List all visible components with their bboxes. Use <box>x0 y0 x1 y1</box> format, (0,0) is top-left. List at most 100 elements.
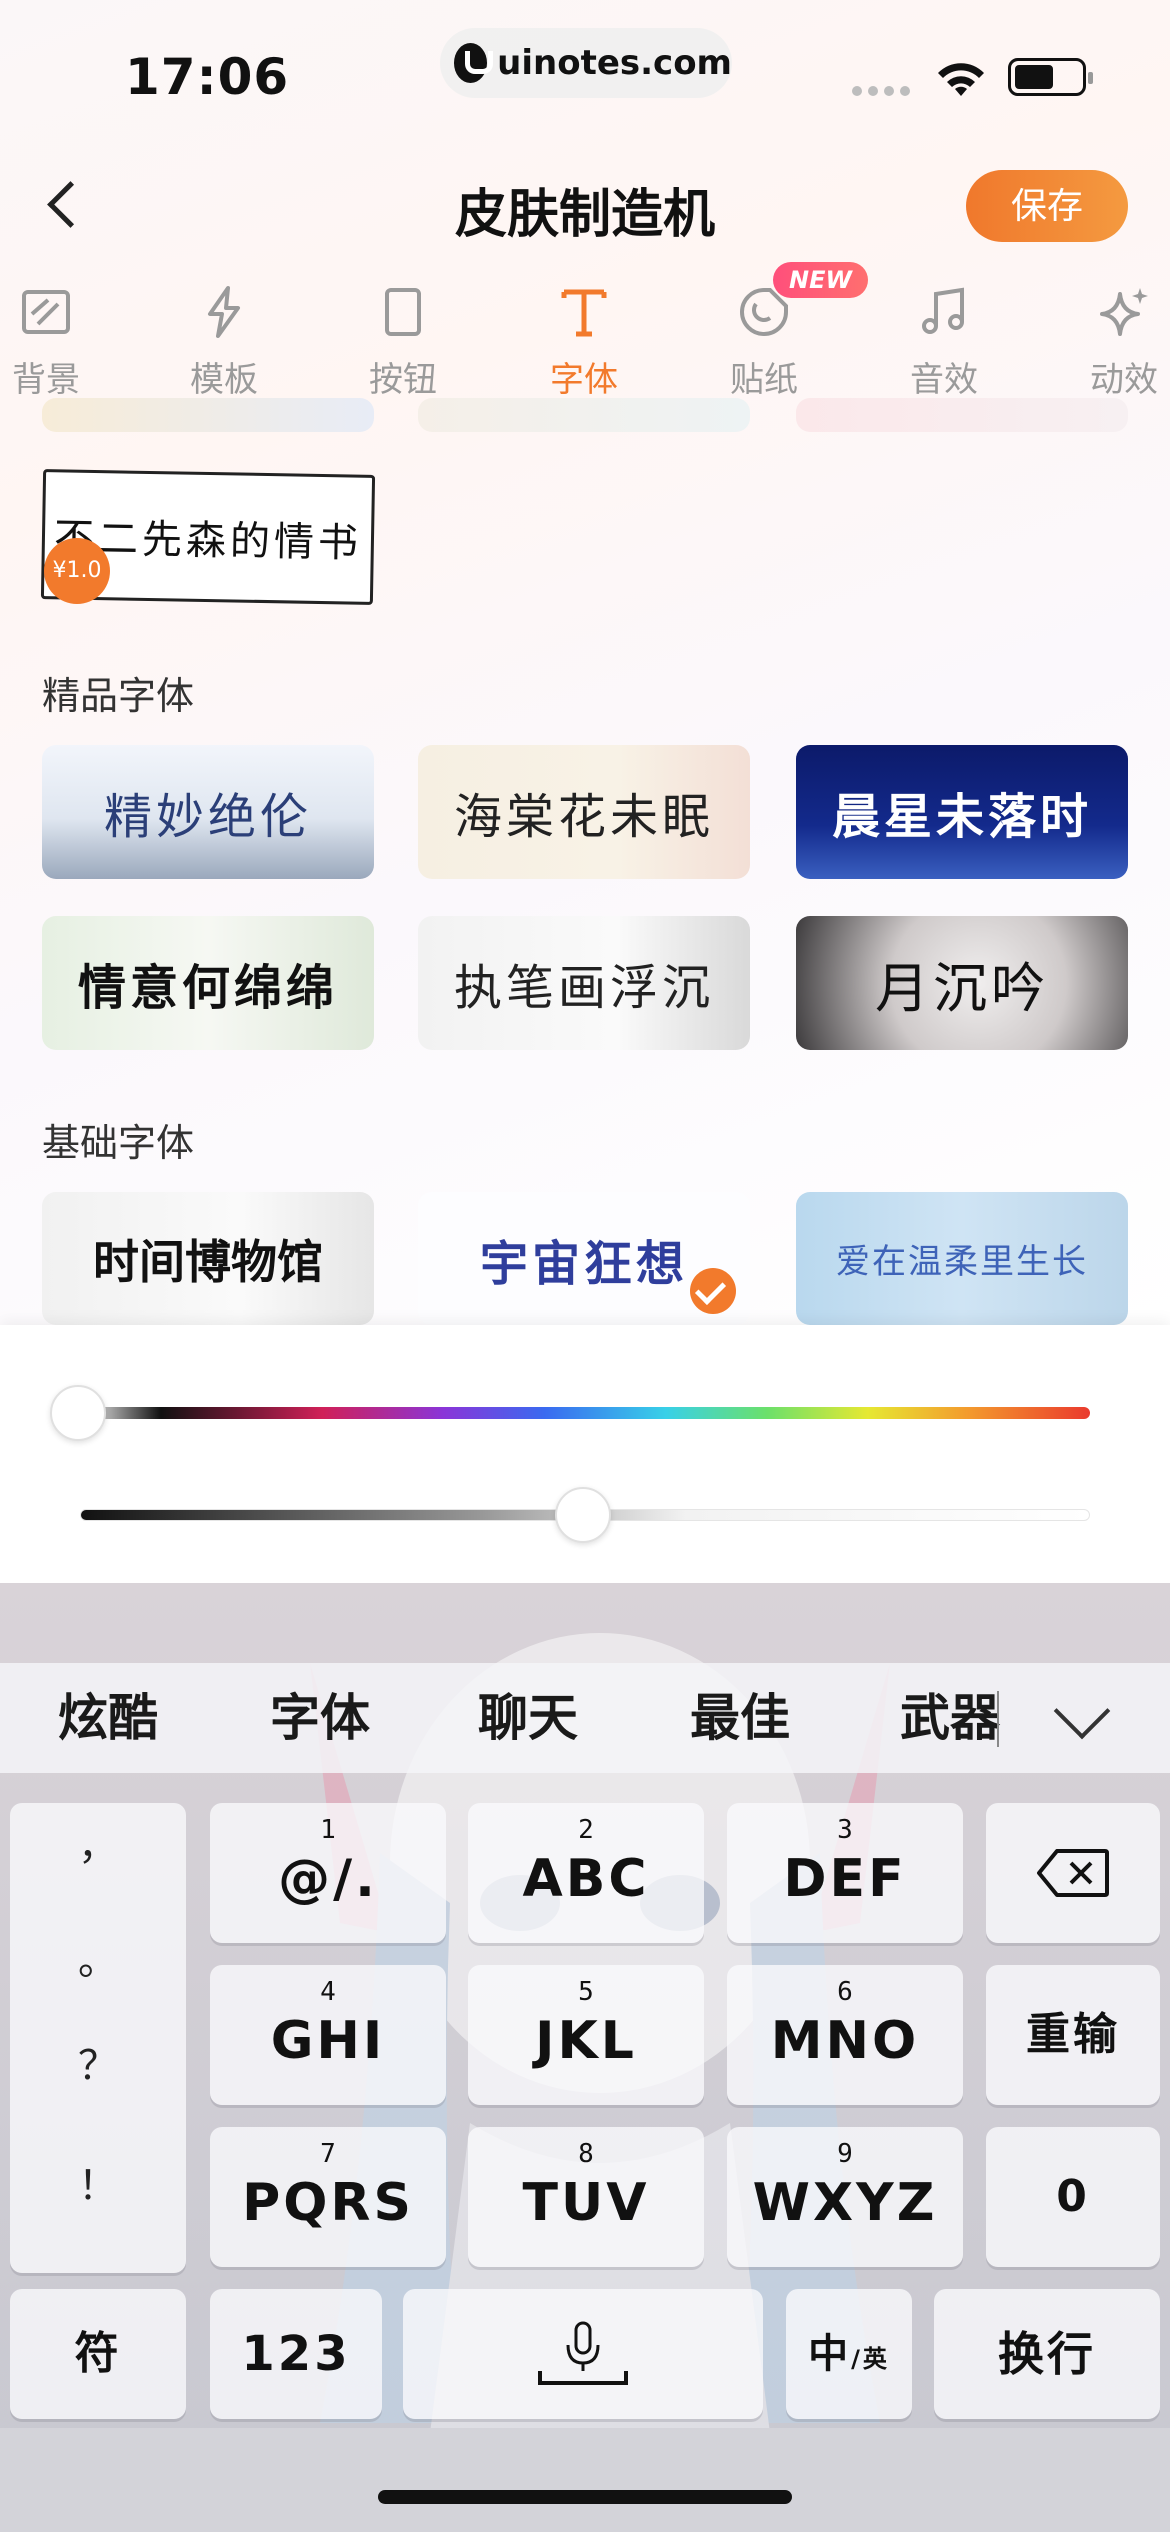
key-label: MNO <box>770 2011 920 2071</box>
enter-key[interactable]: 换行 <box>934 2289 1160 2419</box>
key-7[interactable]: 7 PQRS <box>210 2127 446 2267</box>
hue-slider[interactable] <box>80 1407 1090 1419</box>
font-card-partial[interactable] <box>796 398 1128 432</box>
selected-check-icon <box>690 1268 736 1314</box>
key-label: GHI <box>270 2011 386 2071</box>
key-3[interactable]: 3 DEF <box>727 1803 963 1943</box>
key-number: 9 <box>837 2139 853 2169</box>
font-card[interactable]: 情意何绵绵 <box>42 916 374 1050</box>
font-card[interactable]: 海棠花未眠 <box>418 745 750 879</box>
font-card[interactable]: 月沉吟 <box>796 916 1128 1050</box>
tab-button[interactable]: 按钮 <box>333 278 473 408</box>
key-label: 符 <box>74 2328 122 2379</box>
key-label: 换行 <box>998 2327 1096 2381</box>
microphone-icon <box>538 2321 628 2385</box>
font-card-label: 爱在温柔里生长 <box>836 1242 1088 1282</box>
lightness-slider-thumb[interactable] <box>555 1487 611 1543</box>
punct-period[interactable]: 。 <box>10 1928 186 1986</box>
candidate-word[interactable]: 最佳 <box>690 1663 790 1773</box>
tab-label: 按钮 <box>369 360 437 400</box>
tab-label: 动效 <box>1090 360 1158 400</box>
tab-sound[interactable]: 音效 <box>874 278 1014 408</box>
reenter-key[interactable]: 重输 <box>986 1965 1160 2105</box>
key-label: WXYZ <box>752 2173 938 2233</box>
tab-template[interactable]: 模板 <box>154 278 294 408</box>
candidate-bar: 炫酷 字体 聊天 最佳 武器 <box>0 1663 1170 1773</box>
key-number: 5 <box>578 1977 594 2007</box>
font-card-label: 月沉吟 <box>875 956 1049 1020</box>
symbols-key[interactable]: 符 <box>10 2289 186 2419</box>
tab-font[interactable]: 字体 <box>514 278 654 408</box>
tab-effect[interactable]: 动效 <box>1054 278 1170 408</box>
tab-label: 背景 <box>12 360 80 400</box>
cellular-signal-icon <box>852 86 910 96</box>
key-label: JKL <box>535 2011 637 2071</box>
key-label: @/. <box>278 1849 378 1909</box>
punctuation-column[interactable]: ， 。 ？ ！ <box>10 1803 186 2273</box>
new-badge: NEW <box>773 262 868 298</box>
key-0[interactable]: 0 <box>986 2127 1160 2267</box>
key-number: 7 <box>320 2139 336 2169</box>
hue-slider-thumb[interactable] <box>50 1385 106 1441</box>
candidate-word[interactable]: 聊天 <box>478 1663 578 1773</box>
wifi-icon <box>938 63 984 96</box>
button-icon <box>385 288 421 336</box>
tab-label: 模板 <box>190 360 258 400</box>
status-time: 17:06 <box>125 48 290 106</box>
key-label: 重输 <box>1026 2009 1120 2060</box>
key-5[interactable]: 5 JKL <box>468 1965 704 2105</box>
key-label: 中 <box>808 2331 852 2377</box>
font-card-label: 情意何绵绵 <box>77 960 338 1016</box>
candidate-word[interactable]: 炫酷 <box>58 1663 158 1773</box>
candidate-word[interactable]: 字体 <box>270 1663 370 1773</box>
status-bar: 17:06 uinotes.com <box>0 0 1170 130</box>
tab-background[interactable]: 背景 <box>0 278 116 408</box>
key-number: 6 <box>837 1977 853 2007</box>
key-number: 8 <box>578 2139 594 2169</box>
key-6[interactable]: 6 MNO <box>727 1965 963 2105</box>
key-2[interactable]: 2 ABC <box>468 1803 704 1943</box>
font-card[interactable]: 晨星未落时 <box>796 745 1128 879</box>
category-tabs: 背景 模板 按钮 字体 贴纸 音效 动效 <box>0 278 1170 408</box>
sparkle-icon <box>1100 288 1148 336</box>
tab-label: 字体 <box>550 360 618 400</box>
site-logo-icon <box>454 43 494 83</box>
home-indicator[interactable] <box>378 2490 792 2504</box>
key-number: 4 <box>320 1977 336 2007</box>
key-8[interactable]: 8 TUV <box>468 2127 704 2267</box>
section-title-premium: 精品字体 <box>42 674 195 718</box>
url-text: uinotes.com <box>497 43 732 83</box>
section-title-basic: 基础字体 <box>42 1121 195 1165</box>
font-card-label: 晨星未落时 <box>831 789 1092 845</box>
home-indicator-area <box>0 2428 1170 2532</box>
font-card-label: 海棠花未眠 <box>453 789 714 845</box>
font-card[interactable]: 时间博物馆 <box>42 1192 374 1325</box>
url-pill[interactable]: uinotes.com <box>440 28 732 98</box>
font-card[interactable]: 执笔画浮沉 <box>418 916 750 1050</box>
font-card-partial[interactable] <box>42 398 374 432</box>
candidate-word[interactable]: 武器 <box>900 1663 1000 1773</box>
font-card-label: 精妙绝伦 <box>103 789 312 845</box>
font-card-partial[interactable] <box>418 398 750 432</box>
key-1[interactable]: 1 @/. <box>210 1803 446 1943</box>
chevron-down-icon[interactable] <box>1053 1682 1111 1740</box>
key-label: DEF <box>783 1849 907 1909</box>
punct-question[interactable]: ？ <box>10 2033 186 2091</box>
save-button[interactable]: 保存 <box>966 170 1128 242</box>
key-number: 2 <box>578 1815 594 1845</box>
background-icon <box>22 290 70 334</box>
font-card[interactable]: 精妙绝伦 <box>42 745 374 879</box>
numbers-key[interactable]: 123 <box>210 2289 382 2419</box>
punct-comma[interactable]: ， <box>10 1813 186 1871</box>
punct-exclaim[interactable]: ！ <box>10 2153 186 2211</box>
language-switch-key[interactable]: 中/英 <box>786 2289 912 2419</box>
font-card-label: 执笔画浮沉 <box>453 960 714 1016</box>
color-picker-panel <box>0 1325 1170 1583</box>
key-9[interactable]: 9 WXYZ <box>727 2127 963 2267</box>
key-sublabel: /英 <box>851 2345 890 2373</box>
lightning-icon <box>208 286 240 338</box>
font-card[interactable]: 爱在温柔里生长 <box>796 1192 1128 1325</box>
space-key[interactable] <box>403 2289 763 2419</box>
key-4[interactable]: 4 GHI <box>210 1965 446 2105</box>
backspace-key[interactable] <box>986 1803 1160 1943</box>
